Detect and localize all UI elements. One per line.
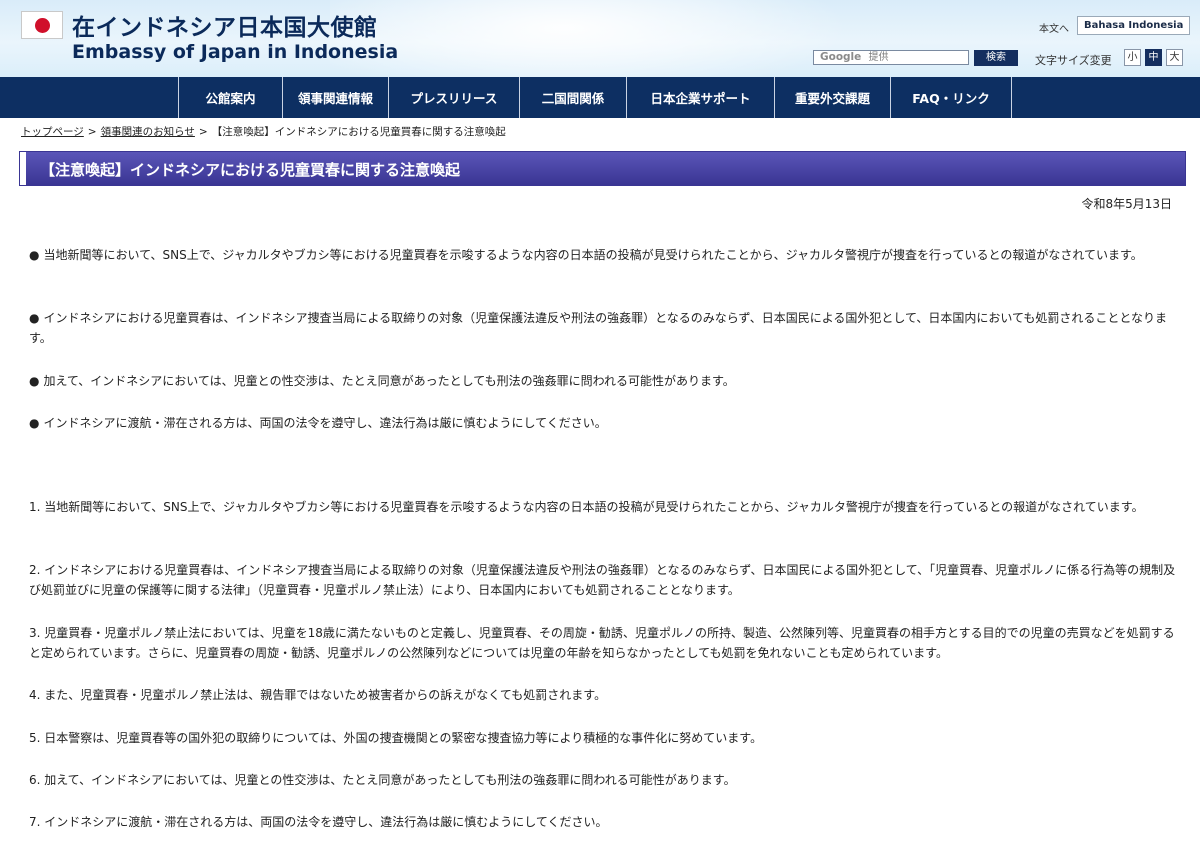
bullet-text: インドネシアにおける児童買春は、インドネシア捜査当局による取締りの対象（児童保護… bbox=[29, 311, 1168, 345]
bullet-paragraph: ● インドネシアにおける児童買春は、インドネシア捜査当局による取締りの対象（児童保… bbox=[29, 308, 1179, 348]
nav-item-business-support[interactable]: 日本企業サポート bbox=[626, 77, 774, 118]
japan-flag-logo[interactable] bbox=[21, 11, 63, 39]
numbered-paragraph-5: 5. 日本警察は、児童買春等の国外犯の取締りについては、外国の捜査機関との緊密な… bbox=[29, 731, 763, 745]
bullet-text: 当地新聞等において、SNS上で、ジャカルタやブカシ等における児童買春を示唆するよ… bbox=[43, 248, 1143, 262]
font-size-label: 文字サイズ変更 bbox=[1035, 54, 1112, 67]
search-input[interactable]: Google 提供 bbox=[813, 50, 969, 65]
site-title-english[interactable]: Embassy of Japan in Indonesia bbox=[72, 41, 398, 63]
breadcrumb: トップページ > 領事関連のお知らせ > 【注意喚起】インドネシアにおける児童買春に関す… bbox=[21, 124, 506, 139]
font-size-medium-button[interactable]: 中 bbox=[1145, 49, 1162, 66]
site-title-japanese[interactable]: 在インドネシア日本国大使館 bbox=[72, 8, 378, 42]
publish-date: 令和8年5月13日 bbox=[1081, 197, 1172, 211]
header-map-decoration bbox=[330, 0, 850, 77]
numbered-paragraph-7: 7. インドネシアに渡航・滞在される方は、両国の法令を遵守し、違法行為は厳に慎む… bbox=[29, 815, 608, 829]
numbered-paragraph-6: 6. 加えて、インドネシアにおいては、児童との性交渉は、たとえ同意があったとして… bbox=[29, 773, 736, 787]
bullet-paragraph: ● 加えて、インドネシアにおいては、児童との性交渉は、たとえ同意があったとしても刑… bbox=[29, 371, 1179, 391]
nav-item-diplomatic-issues[interactable]: 重要外交課題 bbox=[774, 77, 890, 118]
global-navigation: 公館案内 領事関連情報 プレスリリース 二国間関係 日本企業サポート 重要外交課… bbox=[0, 77, 1200, 118]
nav-item-consular[interactable]: 領事関連情報 bbox=[282, 77, 388, 118]
bullet-icon: ● bbox=[29, 416, 40, 430]
site-header: 在インドネシア日本国大使館 Embassy of Japan in Indone… bbox=[0, 0, 1200, 77]
numbered-paragraph-1: 1. 当地新聞等において、SNS上で、ジャカルタやブカシ等における児童買春を示唆… bbox=[29, 500, 1144, 514]
flag-sun-icon bbox=[35, 18, 50, 33]
language-bahasa-button[interactable]: Bahasa Indonesia bbox=[1077, 16, 1191, 35]
bullet-icon: ● bbox=[29, 311, 40, 325]
page-title-bar: 【注意喚起】インドネシアにおける児童買春に関する注意喚起 bbox=[19, 151, 1186, 186]
font-size-small-button[interactable]: 小 bbox=[1124, 49, 1141, 66]
skip-to-content-link[interactable]: 本文へ bbox=[1039, 20, 1069, 35]
bullet-paragraph: ● 当地新聞等において、SNS上で、ジャカルタやブカシ等における児童買春を示唆する… bbox=[29, 245, 1179, 265]
nav-item-press-release[interactable]: プレスリリース bbox=[388, 77, 519, 118]
font-size-large-button[interactable]: 大 bbox=[1166, 49, 1183, 66]
bullet-paragraph: ● インドネシアに渡航・滞在される方は、両国の法令を遵守し、違法行為は厳に慎むよう… bbox=[29, 413, 1179, 433]
breadcrumb-separator: > bbox=[198, 126, 208, 138]
nav-item-about[interactable]: 公館案内 bbox=[178, 77, 282, 118]
bullet-text: インドネシアに渡航・滞在される方は、両国の法令を遵守し、違法行為は厳に慎むように… bbox=[43, 416, 607, 430]
breadcrumb-current: 【注意喚起】インドネシアにおける児童買春に関する注意喚起 bbox=[211, 126, 506, 138]
bullet-text: 加えて、インドネシアにおいては、児童との性交渉は、たとえ同意があったとしても刑法… bbox=[43, 374, 735, 388]
numbered-paragraph-2: 2. インドネシアにおける児童買春は、インドネシア捜査当局による取締りの対象（児… bbox=[29, 563, 1176, 597]
nav-item-bilateral[interactable]: 二国間関係 bbox=[519, 77, 626, 118]
bullet-icon: ● bbox=[29, 374, 40, 388]
numbered-paragraph-4: 4. また、児童買春・児童ポルノ禁止法は、親告罪ではないため被害者からの訴えがな… bbox=[29, 688, 607, 702]
bullet-icon: ● bbox=[29, 248, 40, 262]
page-title: 【注意喚起】インドネシアにおける児童買春に関する注意喚起 bbox=[40, 161, 461, 179]
breadcrumb-separator: > bbox=[87, 126, 97, 138]
search-placeholder: 提供 bbox=[868, 52, 889, 63]
breadcrumb-consular-notices-link[interactable]: 領事関連のお知らせ bbox=[101, 126, 195, 138]
search-button[interactable]: 検索 bbox=[974, 50, 1018, 66]
nav-item-faq-links[interactable]: FAQ・リンク bbox=[890, 77, 1012, 118]
numbered-paragraph-3: 3. 児童買春・児童ポルノ禁止法においては、児童を18歳に満たないものと定義し、… bbox=[29, 626, 1175, 660]
breadcrumb-top-link[interactable]: トップページ bbox=[21, 126, 84, 138]
google-brand-label: Google bbox=[820, 51, 862, 63]
